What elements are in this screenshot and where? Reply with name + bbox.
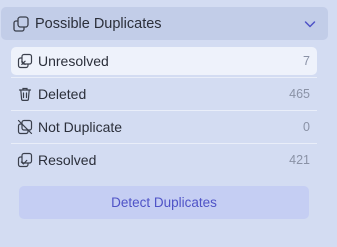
unresolved-icon <box>17 53 33 69</box>
filter-count: 0 <box>303 120 310 134</box>
possible-duplicates-header[interactable]: Possible Duplicates <box>1 7 328 40</box>
detect-duplicates-button[interactable]: Detect Duplicates <box>19 186 309 219</box>
filter-count: 7 <box>303 54 310 68</box>
duplicate-icon <box>12 15 30 33</box>
filter-label: Resolved <box>38 152 97 168</box>
filter-label: Unresolved <box>38 53 109 69</box>
chevron-down-icon[interactable] <box>302 16 318 32</box>
panel-title: Possible Duplicates <box>35 15 162 32</box>
trash-icon <box>17 86 33 102</box>
filter-count: 465 <box>289 87 310 101</box>
filter-label: Deleted <box>38 86 87 102</box>
filter-unresolved[interactable]: Unresolved 7 <box>11 47 317 78</box>
filter-resolved[interactable]: Resolved 421 <box>11 146 317 174</box>
filter-label: Not Duplicate <box>38 119 123 135</box>
filter-count: 421 <box>289 153 310 167</box>
filter-deleted[interactable]: Deleted 465 <box>11 80 317 111</box>
duplicate-filter-list: Unresolved 7 Deleted 465 Not Duplicate 0 <box>11 47 317 179</box>
not-duplicate-icon <box>17 119 33 135</box>
resolved-icon <box>17 152 33 168</box>
filter-not-duplicate[interactable]: Not Duplicate 0 <box>11 113 317 144</box>
